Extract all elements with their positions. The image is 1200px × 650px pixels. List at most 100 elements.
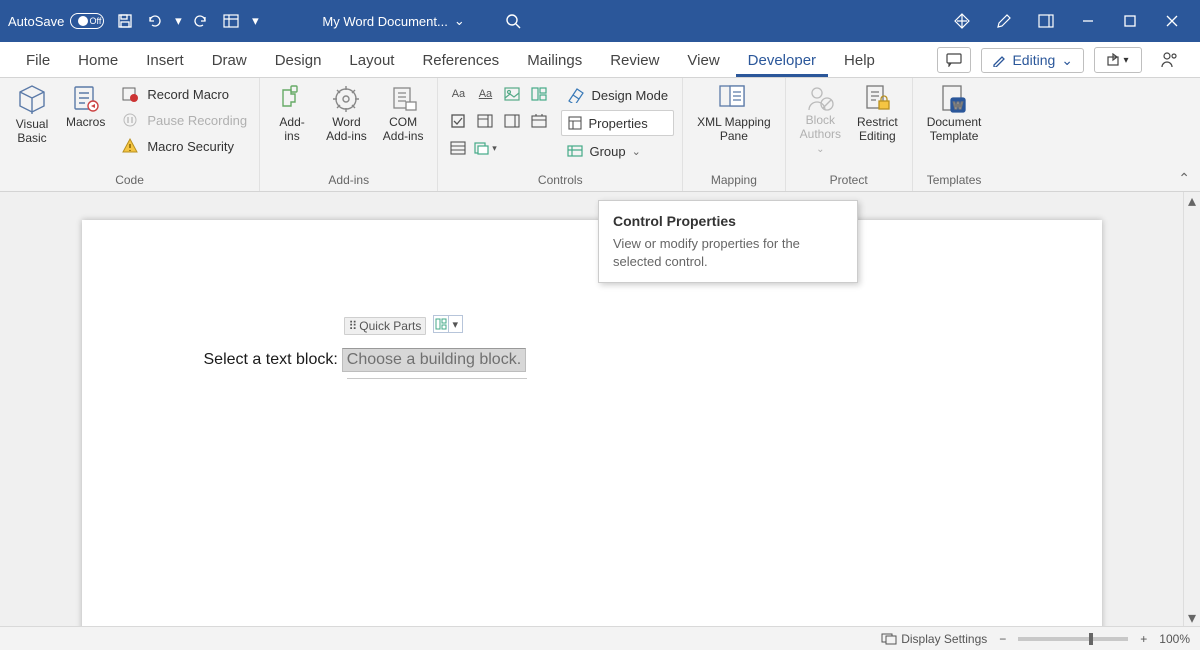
document-title[interactable]: My Word Document... ⌄ bbox=[322, 13, 464, 29]
brush-icon[interactable] bbox=[984, 6, 1024, 36]
chevron-down-icon: ⌄ bbox=[454, 13, 465, 29]
pencil-icon bbox=[992, 53, 1006, 67]
group-templates: WDocument Template Templates bbox=[913, 78, 996, 191]
maximize-button[interactable] bbox=[1110, 6, 1150, 36]
close-button[interactable] bbox=[1152, 6, 1192, 36]
tab-draw[interactable]: Draw bbox=[200, 46, 259, 77]
repeating-section-control-icon[interactable] bbox=[446, 136, 470, 160]
properties-button[interactable]: Properties bbox=[561, 110, 674, 136]
zoom-out-button[interactable]: − bbox=[999, 632, 1006, 646]
content-control-placeholder[interactable]: Choose a building block. bbox=[342, 348, 526, 372]
ribbon-tabs: File Home Insert Draw Design Layout Refe… bbox=[0, 42, 1200, 78]
chevron-down-icon: ▾ bbox=[448, 316, 462, 332]
record-macro-button[interactable]: Record Macro bbox=[115, 82, 251, 106]
profile-icon[interactable] bbox=[1152, 47, 1186, 73]
plain-text-control-icon[interactable]: Aa bbox=[473, 82, 497, 106]
tab-design[interactable]: Design bbox=[263, 46, 334, 77]
display-icon bbox=[881, 633, 897, 645]
status-bar: Display Settings − + 100% bbox=[0, 626, 1200, 650]
addins-button[interactable]: Add- ins bbox=[268, 82, 316, 146]
redo-button[interactable] bbox=[188, 8, 214, 34]
building-block-control-icon[interactable] bbox=[527, 82, 551, 106]
tab-layout[interactable]: Layout bbox=[337, 46, 406, 77]
tab-mailings[interactable]: Mailings bbox=[515, 46, 594, 77]
tab-developer[interactable]: Developer bbox=[736, 46, 828, 77]
zoom-in-button[interactable]: + bbox=[1140, 632, 1147, 646]
picture-control-icon[interactable] bbox=[500, 82, 524, 106]
com-addins-button[interactable]: COM Add-ins bbox=[377, 82, 430, 146]
undo-dropdown-icon[interactable]: ▾ bbox=[172, 8, 184, 34]
com-addins-icon bbox=[388, 84, 418, 114]
ribbon-display-icon[interactable] bbox=[1026, 6, 1066, 36]
page[interactable]: ⠿Quick Parts ▾ Select a text block: Choo… bbox=[82, 220, 1102, 626]
share-button[interactable]: ▾ bbox=[1094, 47, 1142, 73]
macros-button[interactable]: Macros bbox=[60, 82, 111, 132]
warning-icon bbox=[119, 135, 141, 157]
comments-button[interactable] bbox=[937, 47, 971, 73]
word-addins-icon bbox=[331, 84, 361, 114]
diamond-icon[interactable] bbox=[942, 6, 982, 36]
visual-basic-button[interactable]: Visual Basic bbox=[8, 82, 56, 148]
tab-file[interactable]: File bbox=[14, 46, 62, 77]
document-template-icon: W bbox=[939, 84, 969, 114]
quick-access-toolbar: ▾ ▾ bbox=[112, 8, 262, 34]
xml-mapping-icon bbox=[718, 84, 750, 114]
dropdown-control-icon[interactable] bbox=[500, 109, 524, 133]
group-label-templates: Templates bbox=[921, 171, 988, 189]
scroll-up-icon[interactable]: ▴ bbox=[1184, 192, 1200, 209]
group-label-code: Code bbox=[8, 171, 251, 189]
content-control-dropdown[interactable]: ▾ bbox=[433, 315, 463, 333]
table-layout-icon[interactable] bbox=[218, 8, 244, 34]
group-button[interactable]: Group⌄ bbox=[561, 138, 674, 164]
checkbox-control-icon[interactable] bbox=[446, 109, 470, 133]
undo-button[interactable] bbox=[142, 8, 168, 34]
group-icon bbox=[567, 144, 583, 158]
autosave-switch[interactable]: Off bbox=[70, 13, 104, 29]
save-icon[interactable] bbox=[112, 8, 138, 34]
group-label-protect: Protect bbox=[794, 171, 904, 189]
legacy-tools-icon[interactable]: ▾ bbox=[473, 136, 497, 160]
content-control-header[interactable]: ⠿Quick Parts ▾ bbox=[344, 315, 463, 335]
collapse-ribbon-icon[interactable]: ⌃ bbox=[1178, 170, 1190, 187]
minimize-button[interactable] bbox=[1068, 6, 1108, 36]
design-mode-button[interactable]: Design Mode bbox=[561, 82, 674, 108]
search-button[interactable] bbox=[505, 13, 521, 29]
macro-security-button[interactable]: Macro Security bbox=[115, 134, 251, 158]
record-icon bbox=[119, 83, 141, 105]
tooltip-title: Control Properties bbox=[613, 213, 843, 229]
date-picker-control-icon[interactable] bbox=[527, 109, 551, 133]
visual-basic-icon bbox=[16, 84, 48, 116]
group-controls: Aa Aa ▾ Design Mode Properties Group⌄ Co… bbox=[438, 78, 683, 191]
controls-gallery: Aa Aa ▾ bbox=[446, 82, 551, 160]
qat-customize-icon[interactable]: ▾ bbox=[248, 8, 262, 34]
rich-text-control-icon[interactable]: Aa bbox=[446, 82, 470, 106]
tab-help[interactable]: Help bbox=[832, 46, 887, 77]
autosave-toggle[interactable]: AutoSave Off bbox=[8, 13, 104, 29]
tab-references[interactable]: References bbox=[410, 46, 511, 77]
restrict-editing-button[interactable]: Restrict Editing bbox=[851, 82, 904, 146]
display-settings-button[interactable]: Display Settings bbox=[881, 632, 987, 646]
tab-review[interactable]: Review bbox=[598, 46, 671, 77]
prompt-text: Select a text block: bbox=[204, 351, 338, 369]
zoom-slider[interactable] bbox=[1018, 637, 1128, 641]
document-template-button[interactable]: WDocument Template bbox=[921, 82, 988, 146]
autosave-label: AutoSave bbox=[8, 14, 64, 29]
group-label-mapping: Mapping bbox=[691, 171, 777, 189]
vertical-scrollbar[interactable]: ▴ ▾ bbox=[1183, 192, 1200, 626]
combo-box-control-icon[interactable] bbox=[473, 109, 497, 133]
chevron-down-icon: ⌄ bbox=[1061, 52, 1073, 69]
pause-icon bbox=[119, 109, 141, 131]
tab-insert[interactable]: Insert bbox=[134, 46, 196, 77]
word-addins-button[interactable]: Word Add-ins bbox=[320, 82, 373, 146]
scroll-down-icon[interactable]: ▾ bbox=[1184, 609, 1200, 626]
tab-home[interactable]: Home bbox=[66, 46, 130, 77]
design-mode-icon bbox=[567, 87, 585, 103]
tab-view[interactable]: View bbox=[675, 46, 731, 77]
tooltip-control-properties: Control Properties View or modify proper… bbox=[598, 200, 858, 283]
title-bar: AutoSave Off ▾ ▾ My Word Document... ⌄ bbox=[0, 0, 1200, 42]
zoom-level[interactable]: 100% bbox=[1159, 632, 1190, 646]
editing-mode-button[interactable]: Editing ⌄ bbox=[981, 48, 1084, 73]
group-label-controls: Controls bbox=[446, 171, 674, 189]
xml-mapping-button[interactable]: XML Mapping Pane bbox=[691, 82, 777, 146]
macros-icon bbox=[71, 84, 101, 114]
